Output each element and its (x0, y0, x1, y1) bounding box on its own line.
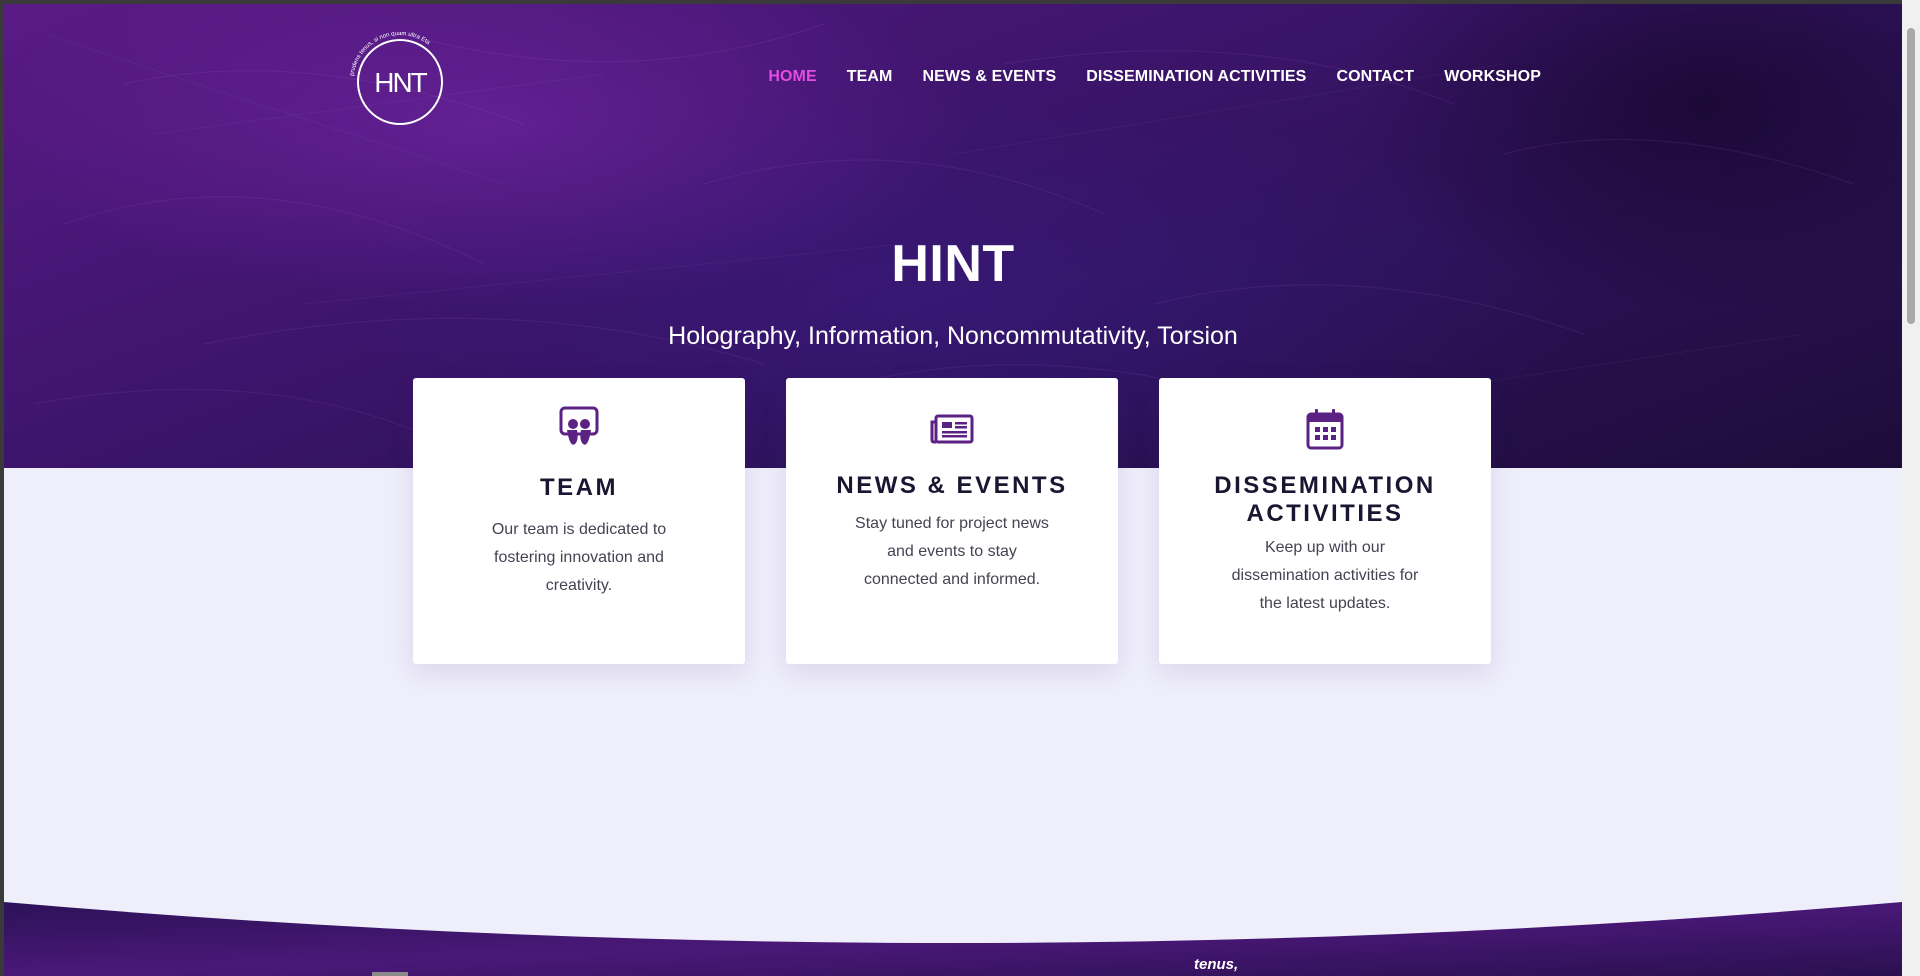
card-text: Stay tuned for project news and events t… (855, 515, 1049, 588)
hero-subtitle: Holography, Information, Noncommutativit… (668, 322, 1238, 350)
hero-title: HINT (891, 235, 1015, 293)
scrollbar-thumb[interactable] (1907, 28, 1915, 324)
card-news-events[interactable]: NEWS & EVENTS Stay tuned for project new… (786, 378, 1118, 664)
main-nav: HOME TEAM NEWS & EVENTS DISSEMINATION AC… (738, 68, 1541, 86)
card-text: Our team is dedicated to fostering innov… (491, 521, 667, 594)
card-title: NEWS & EVENTS (836, 472, 1068, 499)
nav-workshop[interactable]: WORKSHOP (1444, 68, 1541, 86)
nav-dissemination-activities[interactable]: DISSEMINATION ACTIVITIES (1086, 68, 1306, 86)
nav-home[interactable]: HOME (768, 68, 816, 86)
calendar-icon (1306, 408, 1344, 455)
card-dissemination-activities[interactable]: DISSEMINATION ACTIVITIES Keep up with ou… (1159, 378, 1491, 664)
newspaper-icon (930, 414, 974, 449)
nav-team[interactable]: TEAM (847, 68, 893, 86)
page-scrollbar[interactable] (1902, 0, 1920, 976)
footer-wave (4, 902, 1902, 976)
footer-logo-partial: tenus, (1194, 956, 1239, 973)
card-title: DISSEMINATION ACTIVITIES (1214, 472, 1436, 527)
slideshare-icon (558, 406, 600, 455)
card-title: TEAM (540, 474, 618, 501)
nav-contact[interactable]: CONTACT (1336, 68, 1414, 86)
browser-viewport: prudens tenus, si non quam ultra Eta HNT… (4, 4, 1902, 976)
nav-news-events[interactable]: NEWS & EVENTS (922, 68, 1056, 86)
horizontal-scroll-indicator (372, 972, 408, 976)
logo-text: HNT (374, 67, 427, 98)
card-team[interactable]: TEAM Our team is dedicated to fostering … (413, 378, 745, 664)
card-text: Keep up with our dissemination activitie… (1231, 539, 1419, 612)
hnt-logo[interactable]: prudens tenus, si non quam ultra Eta HNT (349, 31, 450, 132)
